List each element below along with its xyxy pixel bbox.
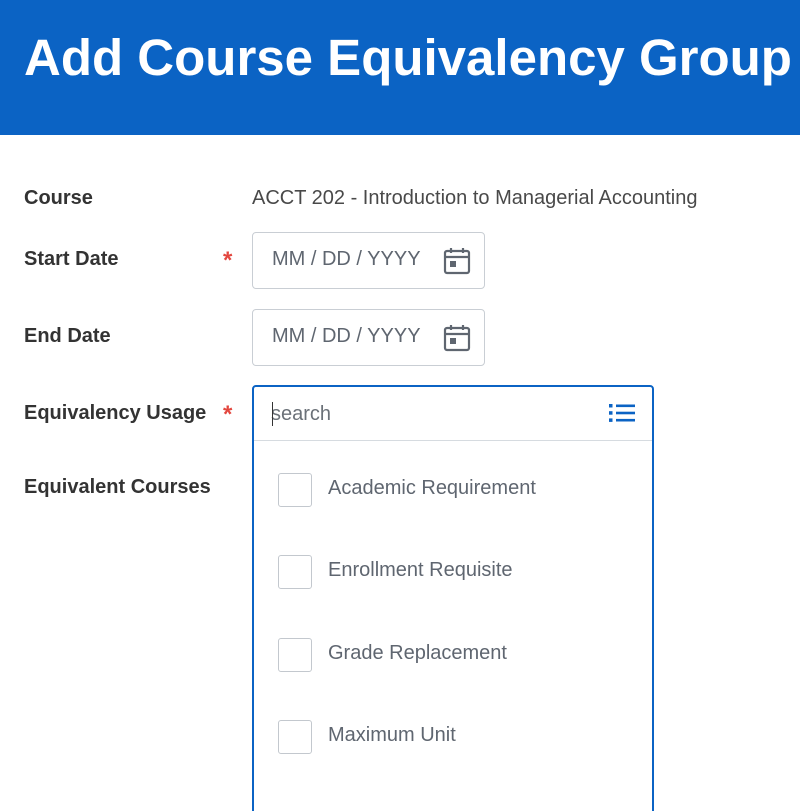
equivalency-usage-search-row <box>254 387 652 441</box>
option-label: Maximum Unit <box>328 724 456 746</box>
option-grade-replacement[interactable]: Grade Replacement <box>278 637 618 673</box>
end-date-label: End Date <box>24 325 111 347</box>
calendar-icon[interactable] <box>442 323 472 353</box>
list-icon[interactable] <box>608 401 636 425</box>
equivalency-usage-dropdown[interactable]: Academic Requirement Enrollment Requisit… <box>252 385 654 811</box>
end-date-field[interactable]: MM / DD / YYYY <box>252 309 485 366</box>
option-maximum-unit[interactable]: Maximum Unit <box>278 719 618 755</box>
course-value: ACCT 202 - Introduction to Managerial Ac… <box>252 187 698 209</box>
option-label: Grade Replacement <box>328 642 507 664</box>
option-academic-requirement[interactable]: Academic Requirement <box>278 472 618 508</box>
course-label: Course <box>24 187 93 209</box>
calendar-icon[interactable] <box>442 246 472 276</box>
equivalency-usage-label: Equivalency Usage <box>24 402 207 424</box>
option-label: Enrollment Requisite <box>328 559 513 581</box>
checkbox[interactable] <box>278 638 312 672</box>
text-caret <box>272 402 273 426</box>
equivalency-usage-search-input[interactable] <box>271 399 591 429</box>
equivalency-usage-required-marker: * <box>223 401 233 428</box>
start-date-field[interactable]: MM / DD / YYYY <box>252 232 485 289</box>
checkbox[interactable] <box>278 555 312 589</box>
equivalent-courses-label: Equivalent Courses <box>24 476 211 498</box>
end-date-placeholder: MM / DD / YYYY <box>272 325 421 347</box>
start-date-required-marker: * <box>223 247 233 274</box>
checkbox[interactable] <box>278 720 312 754</box>
page-header: Add Course Equivalency Group <box>0 0 800 135</box>
checkbox[interactable] <box>278 473 312 507</box>
option-enrollment-requisite[interactable]: Enrollment Requisite <box>278 554 618 590</box>
start-date-label: Start Date <box>24 248 119 270</box>
page-title: Add Course Equivalency Group <box>24 29 792 86</box>
option-label: Academic Requirement <box>328 477 536 499</box>
start-date-placeholder: MM / DD / YYYY <box>272 248 421 270</box>
